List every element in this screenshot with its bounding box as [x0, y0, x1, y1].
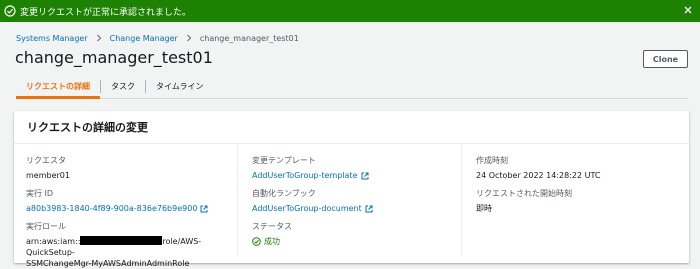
card-title: リクエストの詳細の変更	[14, 111, 689, 144]
close-icon[interactable]	[682, 4, 694, 16]
template-field: 変更テンプレート AddUserToGroup-template	[252, 155, 455, 181]
page-title: change_manager_test01	[15, 48, 213, 67]
requester-field: リクエスタ member01	[26, 155, 231, 181]
requested-start-field: リクエストされた開始時刻 即時	[476, 188, 683, 214]
requested-start-label: リクエストされた開始時刻	[476, 189, 572, 198]
template-label: 変更テンプレート	[252, 156, 316, 165]
check-circle-icon	[4, 5, 16, 17]
status-label: ステータス	[252, 222, 292, 231]
status-field: ステータス 成功	[252, 221, 455, 247]
tab-request-details[interactable]: リクエストの詳細	[16, 75, 100, 99]
success-flash-banner: 変更リクエストが正常に承認されました。	[0, 0, 700, 22]
runbook-text: AddUserToGroup-document	[252, 204, 362, 213]
request-details-card: リクエストの詳細の変更 リクエスタ member01 実行 ID a80b398…	[14, 111, 689, 268]
check-circle-icon	[252, 237, 261, 246]
tab-bar: リクエストの詳細 タスク タイムライン	[16, 75, 688, 99]
runbook-field: 自動化ランブック AddUserToGroup-document	[252, 188, 455, 214]
execution-role-field: 実行ロール arn:aws:iam:: role/AWS-QuickSetup- …	[26, 221, 231, 269]
runbook-label: 自動化ランブック	[252, 189, 316, 198]
external-link-icon	[200, 205, 208, 213]
created-field: 作成時刻 24 October 2022 14:28:22 UTC	[476, 155, 683, 181]
clone-button[interactable]: Clone	[643, 50, 688, 68]
created-value: 24 October 2022 14:28:22 UTC	[476, 171, 601, 180]
execution-role-value: arn:aws:iam:: role/AWS-QuickSetup- SSMCha…	[26, 236, 231, 269]
execution-role-label: 実行ロール	[26, 222, 66, 231]
status-badge: 成功	[252, 236, 455, 247]
details-column-3: 作成時刻 24 October 2022 14:28:22 UTC リクエストさ…	[461, 144, 689, 256]
execution-role-line2: SSMChangeMgr-MyAWSAdminAdminRole	[26, 259, 190, 268]
tab-tasks[interactable]: タスク	[101, 75, 145, 98]
breadcrumb-current: change_manager_test01	[199, 33, 299, 43]
details-column-1: リクエスタ member01 実行 ID a80b3983-1840-4f89-…	[14, 144, 237, 268]
status-text: 成功	[264, 237, 280, 246]
flash-message: 変更リクエストが正常に承認されました。	[20, 7, 192, 18]
template-link[interactable]: AddUserToGroup-template	[252, 170, 455, 181]
details-column-2: 変更テンプレート AddUserToGroup-template 自動化ランブッ…	[237, 144, 461, 256]
breadcrumb-systems-manager[interactable]: Systems Manager	[16, 34, 88, 43]
execution-id-text: a80b3983-1840-4f89-900a-836e76b9e900	[26, 204, 198, 213]
chevron-right-icon	[94, 33, 104, 43]
external-link-icon	[361, 172, 369, 180]
runbook-link[interactable]: AddUserToGroup-document	[252, 203, 455, 214]
requested-start-value: 即時	[476, 204, 492, 213]
breadcrumb-change-manager[interactable]: Change Manager	[110, 34, 178, 43]
external-link-icon	[365, 205, 373, 213]
template-text: AddUserToGroup-template	[252, 171, 358, 180]
chevron-right-icon	[184, 33, 194, 43]
redacted-block	[80, 236, 163, 245]
created-label: 作成時刻	[476, 156, 508, 165]
execution-id-field: 実行 ID a80b3983-1840-4f89-900a-836e76b9e9…	[26, 188, 231, 214]
execution-id-link[interactable]: a80b3983-1840-4f89-900a-836e76b9e900	[26, 203, 231, 214]
execution-id-label: 実行 ID	[26, 189, 54, 198]
breadcrumb: Systems Manager Change Manager change_ma…	[16, 33, 299, 43]
tab-timeline[interactable]: タイムライン	[146, 75, 213, 98]
execution-role-prefix: arn:aws:iam::	[26, 237, 81, 246]
requester-label: リクエスタ	[26, 156, 66, 165]
requester-value: member01	[26, 171, 70, 180]
